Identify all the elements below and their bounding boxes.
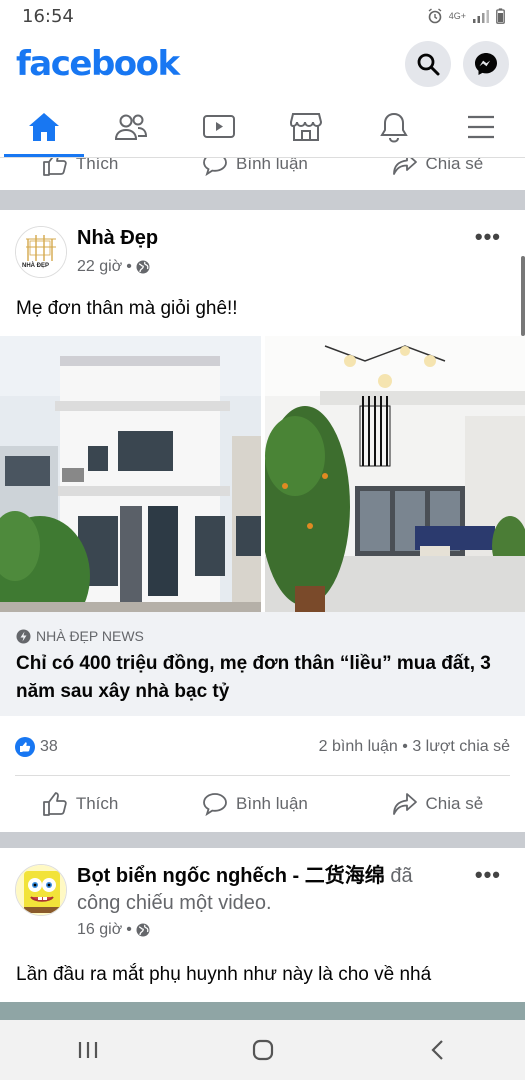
spongebob-avatar: [16, 865, 66, 915]
friends-icon: [115, 114, 148, 140]
post-actions: Thích Bình luận Chia sẻ: [0, 780, 525, 828]
page-avatar[interactable]: [15, 864, 67, 916]
avatar-text: NHÀ ĐẸP: [22, 262, 49, 269]
globe-icon: [136, 260, 150, 274]
marketplace-icon: [290, 112, 323, 141]
globe-icon: [136, 923, 150, 937]
meta-separator: •: [126, 258, 132, 275]
nha-dep-logo: NHÀ ĐẸP: [16, 227, 66, 277]
app-header: facebook: [0, 32, 525, 96]
post-header: NHÀ ĐẸP Nhà Đẹp 22 giờ • •••: [0, 210, 525, 288]
search-button[interactable]: [405, 41, 451, 87]
notifications-icon: [379, 112, 408, 143]
feed-post: NHÀ ĐẸP Nhà Đẹp 22 giờ • ••• Mẹ đơn thân…: [0, 210, 525, 832]
house-interior-photo[interactable]: [265, 336, 525, 612]
post-caption: Mẹ đơn thân mà giỏi ghê!!: [16, 298, 238, 319]
home-circle-icon[interactable]: [251, 1038, 275, 1062]
share-icon: [392, 793, 417, 815]
post-author[interactable]: Nhà Đẹp: [77, 227, 158, 250]
page-avatar[interactable]: NHÀ ĐẸP: [15, 226, 67, 278]
link-source-label: NHÀ ĐẸP NEWS: [36, 628, 144, 644]
like-label: Thích: [75, 794, 119, 813]
reaction-count: 38: [40, 738, 58, 755]
house-exterior-photo[interactable]: [0, 336, 261, 612]
comment-icon: [203, 793, 227, 816]
post-meta: 22 giờ •: [77, 258, 150, 276]
lightning-bolt-icon: [16, 629, 31, 643]
status-icons: 4G+: [427, 8, 505, 24]
like-label: Thích: [75, 158, 119, 173]
main-nav-tabs: [0, 96, 525, 158]
video-preview[interactable]: [0, 1002, 525, 1022]
share-button[interactable]: Chia sẻ: [392, 158, 484, 176]
post-stats[interactable]: 2 bình luận • 3 lượt chia sẻ: [319, 738, 510, 756]
status-time: 16:54: [22, 5, 74, 27]
like-icon: [42, 158, 67, 176]
link-title[interactable]: Chỉ có 400 triệu đồng, mẹ đơn thân “liều…: [16, 650, 509, 706]
post-caption: Lần đầu ra mắt phụ huynh như này là cho …: [16, 964, 432, 985]
more-options-icon[interactable]: •••: [475, 862, 501, 888]
watch-icon: [202, 114, 235, 138]
share-label: Chia sẻ: [425, 794, 484, 813]
header-actions: [405, 41, 509, 87]
recent-apps-icon[interactable]: [76, 1039, 100, 1061]
previous-post-actions: Thích Bình luận Chia sẻ: [0, 158, 525, 190]
alarm-icon: [428, 8, 442, 24]
comment-label: Bình luận: [236, 158, 308, 173]
comment-button[interactable]: Bình luận: [202, 792, 308, 816]
like-icon: [42, 792, 67, 816]
facebook-logo: facebook: [16, 44, 180, 84]
post-meta: 16 giờ •: [77, 921, 150, 939]
tab-notifications[interactable]: [350, 96, 438, 157]
search-icon: [417, 53, 440, 76]
post-time[interactable]: 22 giờ: [77, 258, 122, 276]
like-button[interactable]: Thích: [42, 792, 119, 816]
share-icon: [392, 158, 417, 175]
more-options-icon[interactable]: •••: [475, 224, 501, 250]
share-label: Chia sẻ: [425, 158, 484, 173]
like-reaction-icon: [15, 737, 35, 757]
status-bar: 16:54 4G+: [0, 0, 525, 32]
share-button[interactable]: Chia sẻ: [392, 792, 484, 816]
battery-icon: [496, 8, 505, 24]
tab-menu[interactable]: [438, 96, 525, 157]
link-source: NHÀ ĐẸP NEWS: [16, 628, 509, 644]
comment-icon: [203, 158, 227, 176]
comment-button[interactable]: Bình luận: [202, 158, 308, 176]
system-navigation-bar: [0, 1020, 525, 1080]
divider: [15, 775, 510, 776]
comment-label: Bình luận: [236, 794, 308, 813]
post-images[interactable]: [0, 336, 525, 612]
tab-marketplace[interactable]: [263, 96, 351, 157]
post-author[interactable]: Bọt biển ngốc nghếch - 二货海绵: [77, 865, 385, 887]
tab-watch[interactable]: [175, 96, 263, 157]
facebook-app-screen: 16:54 4G+ facebook Thích Bình luận Chia …: [0, 0, 525, 1080]
signal-icon: [473, 10, 489, 23]
tab-friends[interactable]: [88, 96, 176, 157]
tab-home[interactable]: [0, 96, 88, 157]
post-title-line: Bọt biển ngốc nghếch - 二货海绵 đã công chiế…: [77, 863, 457, 917]
home-icon: [28, 112, 59, 141]
back-icon[interactable]: [427, 1038, 449, 1062]
feed-post: Bọt biển ngốc nghếch - 二货海绵 đã công chiế…: [0, 848, 525, 1008]
reactions-bar: 38 2 bình luận • 3 lượt chia sẻ: [0, 730, 525, 764]
messenger-button[interactable]: [463, 41, 509, 87]
scrollbar-thumb[interactable]: [521, 256, 525, 336]
post-time[interactable]: 16 giờ: [77, 921, 122, 939]
messenger-icon: [475, 53, 497, 75]
like-button[interactable]: Thích: [42, 158, 119, 176]
reaction-summary[interactable]: 38: [15, 737, 58, 757]
network-type: 4G+: [448, 11, 466, 21]
menu-icon: [468, 115, 495, 138]
link-preview[interactable]: NHÀ ĐẸP NEWS Chỉ có 400 triệu đồng, mẹ đ…: [0, 612, 525, 716]
meta-separator: •: [126, 921, 132, 938]
